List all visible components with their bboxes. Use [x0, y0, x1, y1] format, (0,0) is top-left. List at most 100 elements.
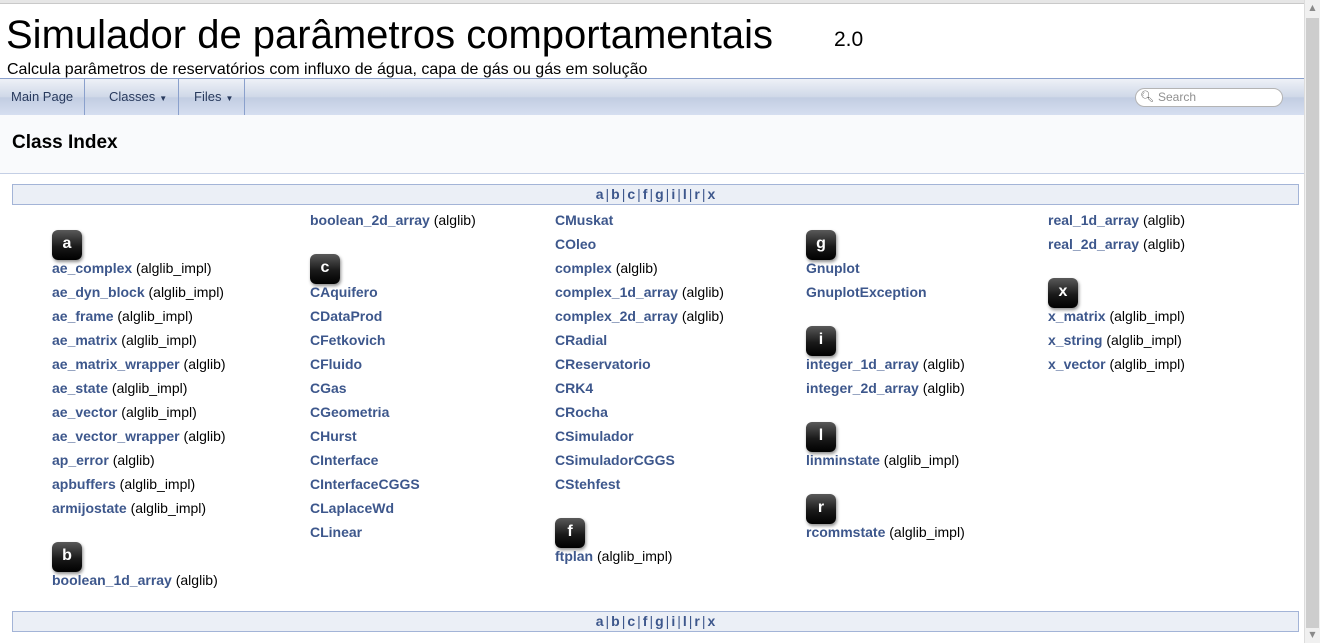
namespace-label: (alglib): [677, 284, 724, 300]
class-link[interactable]: CInterfaceCGGS: [310, 476, 420, 492]
class-link[interactable]: x_matrix: [1048, 308, 1106, 324]
class-link[interactable]: CRocha: [555, 404, 608, 420]
class-link[interactable]: ae_matrix_wrapper: [52, 356, 180, 372]
class-link[interactable]: CGas: [310, 380, 347, 396]
caret-down-icon: ▼: [225, 94, 234, 103]
class-link[interactable]: x_string: [1048, 332, 1102, 348]
class-entry: complex_2d_array (alglib): [555, 306, 724, 326]
namespace-label: (alglib_impl): [144, 284, 224, 300]
class-entry: CAquifero: [310, 282, 378, 302]
class-link[interactable]: linminstate: [806, 452, 880, 468]
namespace-label: (alglib_impl): [1102, 332, 1182, 348]
class-link[interactable]: CStehfest: [555, 476, 620, 492]
scroll-up-icon[interactable]: ▲: [1305, 0, 1320, 16]
class-entry: CRadial: [555, 330, 607, 350]
class-link[interactable]: COleo: [555, 236, 596, 252]
class-link[interactable]: Gnuplot: [806, 260, 860, 276]
letter-link-x[interactable]: x: [707, 186, 715, 202]
letter-link-c[interactable]: c: [627, 613, 635, 629]
class-link[interactable]: CGeometria: [310, 404, 389, 420]
namespace-label: (alglib): [179, 356, 226, 372]
letter-link-g[interactable]: g: [655, 613, 664, 629]
class-entry: CLaplaceWd: [310, 498, 394, 518]
class-link[interactable]: ae_dyn_block: [52, 284, 145, 300]
class-link[interactable]: ae_matrix: [52, 332, 117, 348]
class-link[interactable]: ae_vector: [52, 404, 117, 420]
class-link[interactable]: complex_2d_array: [555, 308, 678, 324]
class-entry: complex_1d_array (alglib): [555, 282, 724, 302]
class-link[interactable]: integer_2d_array: [806, 380, 919, 396]
nav-files[interactable]: Files ▼: [183, 79, 246, 115]
index-separator: |: [649, 186, 654, 202]
class-entry: ae_matrix (alglib_impl): [52, 330, 197, 350]
class-entry: CReservatorio: [555, 354, 651, 374]
class-link[interactable]: ae_complex: [52, 260, 132, 276]
search-input[interactable]: [1158, 90, 1276, 104]
letter-heading-r: r: [806, 494, 836, 524]
index-separator: |: [605, 613, 610, 629]
class-link[interactable]: ftplan: [555, 548, 593, 564]
class-entry: CDataProd: [310, 306, 382, 326]
class-link[interactable]: CRK4: [555, 380, 593, 396]
class-entry: CInterfaceCGGS: [310, 474, 420, 494]
class-link[interactable]: CLaplaceWd: [310, 500, 394, 516]
namespace-label: (alglib_impl): [126, 500, 207, 516]
namespace-label: (alglib): [611, 260, 658, 276]
class-link[interactable]: CSimulador: [555, 428, 634, 444]
letter-link-g[interactable]: g: [655, 186, 664, 202]
class-link[interactable]: CFluido: [310, 356, 362, 372]
class-link[interactable]: CInterface: [310, 452, 378, 468]
class-link[interactable]: CAquifero: [310, 284, 378, 300]
nav-classes[interactable]: Classes ▼: [98, 79, 180, 115]
class-link[interactable]: CFetkovich: [310, 332, 385, 348]
namespace-label: (alglib): [179, 428, 226, 444]
class-entry: x_matrix (alglib_impl): [1048, 306, 1185, 326]
index-separator: |: [637, 186, 641, 202]
class-link[interactable]: ap_error: [52, 452, 109, 468]
class-entry: CSimulador: [555, 426, 634, 446]
letter-link-r[interactable]: r: [694, 613, 699, 629]
class-link[interactable]: integer_1d_array: [806, 356, 919, 372]
letter-link-b[interactable]: b: [611, 186, 620, 202]
letter-link-a[interactable]: a: [596, 613, 604, 629]
class-link[interactable]: rcommstate: [806, 524, 885, 540]
class-link[interactable]: GnuplotException: [806, 284, 927, 300]
class-link[interactable]: complex_1d_array: [555, 284, 678, 300]
letter-link-x[interactable]: x: [707, 613, 715, 629]
class-link[interactable]: boolean_2d_array: [310, 212, 430, 228]
class-link[interactable]: real_2d_array: [1048, 236, 1139, 252]
class-link[interactable]: CHurst: [310, 428, 357, 444]
scroll-down-icon[interactable]: ▼: [1305, 627, 1320, 643]
class-entry: GnuplotException: [806, 282, 927, 302]
class-entry: real_2d_array (alglib): [1048, 234, 1185, 254]
class-link[interactable]: CDataProd: [310, 308, 382, 324]
search-icon[interactable]: 🔍︎: [1140, 90, 1154, 103]
letter-link-r[interactable]: r: [694, 186, 699, 202]
namespace-label: (alglib): [429, 212, 476, 228]
class-link[interactable]: x_vector: [1048, 356, 1106, 372]
letter-heading-x: x: [1048, 278, 1078, 308]
letter-link-a[interactable]: a: [596, 186, 604, 202]
class-link[interactable]: CMuskat: [555, 212, 613, 228]
class-link[interactable]: CRadial: [555, 332, 607, 348]
nav-classes-label: Classes: [109, 89, 156, 104]
class-link[interactable]: complex: [555, 260, 612, 276]
namespace-label: (alglib_impl): [113, 308, 193, 324]
class-link[interactable]: real_1d_array: [1048, 212, 1139, 228]
class-link[interactable]: ae_state: [52, 380, 108, 396]
class-link[interactable]: CSimuladorCGGS: [555, 452, 675, 468]
class-link[interactable]: apbuffers: [52, 476, 116, 492]
class-link[interactable]: ae_frame: [52, 308, 114, 324]
vertical-scrollbar[interactable]: ▲ ▼: [1304, 0, 1320, 643]
namespace-label: (alglib_impl): [115, 476, 196, 492]
class-link[interactable]: CReservatorio: [555, 356, 651, 372]
class-link[interactable]: CLinear: [310, 524, 362, 540]
letter-link-c[interactable]: c: [627, 186, 635, 202]
letter-link-b[interactable]: b: [611, 613, 620, 629]
index-separator: |: [649, 613, 654, 629]
class-link[interactable]: ae_vector_wrapper: [52, 428, 180, 444]
nav-main-page[interactable]: Main Page: [0, 79, 86, 115]
class-link[interactable]: boolean_1d_array: [52, 572, 172, 588]
scrollbar-thumb[interactable]: [1306, 18, 1319, 628]
class-link[interactable]: armijostate: [52, 500, 127, 516]
